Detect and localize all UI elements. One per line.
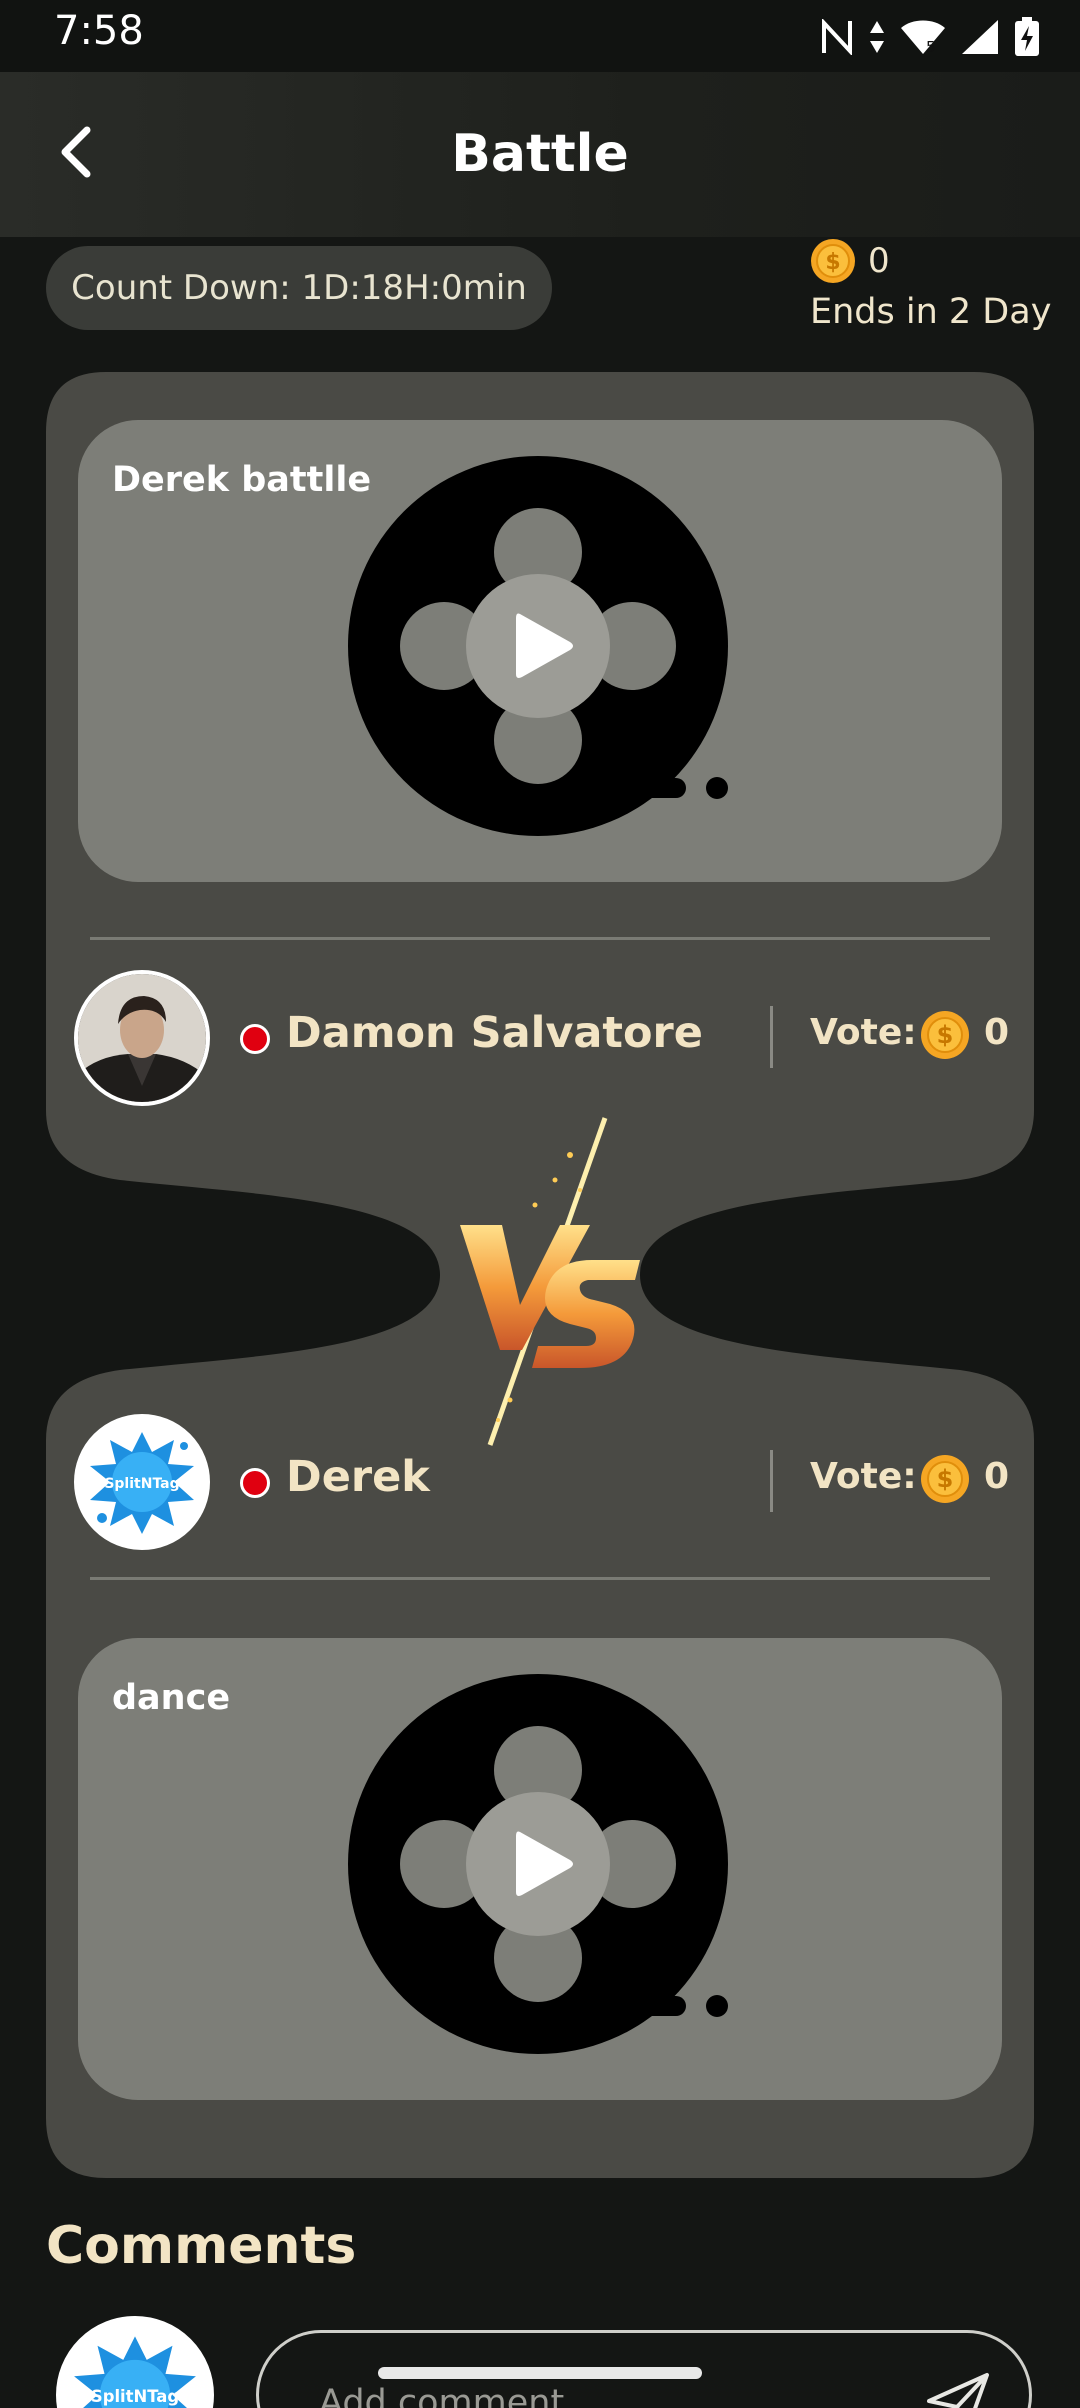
video-title-bottom: dance	[112, 1678, 231, 1718]
vote-coin-button[interactable]: $	[920, 1010, 970, 1060]
live-indicator	[240, 1468, 270, 1498]
coin-balance-value: 0	[868, 241, 890, 281]
vote-label-top: Vote:	[810, 1012, 917, 1053]
splitntag-logo: SplitNTag	[60, 2320, 210, 2408]
status-bar: 7:58 5	[0, 0, 1080, 72]
divider-bottom	[90, 1577, 990, 1580]
page-title: Battle	[451, 124, 629, 184]
comments-heading: Comments	[46, 2216, 357, 2276]
vs-icon	[460, 1117, 640, 1446]
status-time: 7:58	[54, 8, 144, 54]
svg-text:$: $	[937, 1021, 954, 1049]
player-photo	[78, 974, 206, 1102]
film-reel-play-icon[interactable]	[348, 1674, 748, 2074]
player-name-top: Damon Salvatore	[286, 1008, 703, 1058]
player-name-bottom: Derek	[286, 1452, 430, 1502]
svg-text:$: $	[825, 250, 840, 275]
film-reel-play-icon[interactable]	[348, 456, 748, 856]
vote-count-bottom: 0	[984, 1456, 1010, 1497]
avatar-derek[interactable]: SplitNTag	[74, 1414, 210, 1550]
signal-icon	[962, 20, 998, 54]
header-bar: Battle	[0, 72, 1080, 237]
svg-text:5: 5	[926, 38, 936, 56]
nfc-icon	[822, 19, 852, 55]
home-indicator[interactable]	[378, 2367, 702, 2379]
vote-separator	[770, 1450, 773, 1512]
coin-balance: $ 0	[810, 238, 890, 284]
player-row-top: Damon Salvatore Vote: $ 0	[74, 970, 1014, 1110]
logo-text: SplitNTag	[91, 2387, 179, 2406]
wifi-icon: 5	[901, 20, 945, 56]
vote-count-top: 0	[984, 1012, 1010, 1053]
vote-coin-button[interactable]: $	[920, 1454, 970, 1504]
countdown-badge: Count Down: 1D:18H:0min	[46, 246, 552, 330]
ends-in-text: Ends in 2 Day	[810, 292, 1052, 332]
vote-separator	[770, 1006, 773, 1068]
divider-top	[90, 937, 990, 940]
logo-text: SplitNTag	[104, 1476, 179, 1492]
video-title-top: Derek battlle	[112, 460, 372, 500]
video-card-bottom[interactable]: dance	[78, 1638, 1002, 2100]
battle-screen: 7:58 5 Battle Count Down: 1D:18H:0min $ …	[0, 0, 1080, 2408]
current-user-avatar: SplitNTag	[56, 2316, 214, 2408]
vote-label-bottom: Vote:	[810, 1456, 917, 1497]
svg-text:$: $	[937, 1465, 954, 1493]
splitntag-logo: SplitNTag	[78, 1418, 206, 1546]
battery-charging-icon	[1015, 17, 1039, 56]
video-card-top[interactable]: Derek battlle	[78, 420, 1002, 882]
status-icons: 5	[820, 12, 1040, 62]
data-arrows-icon	[870, 21, 884, 53]
avatar-damon[interactable]	[74, 970, 210, 1106]
send-icon[interactable]	[923, 2367, 993, 2408]
coin-icon: $	[811, 239, 855, 283]
player-row-bottom: SplitNTag Derek Vote: $ 0	[74, 1414, 1014, 1554]
live-indicator	[240, 1024, 270, 1054]
